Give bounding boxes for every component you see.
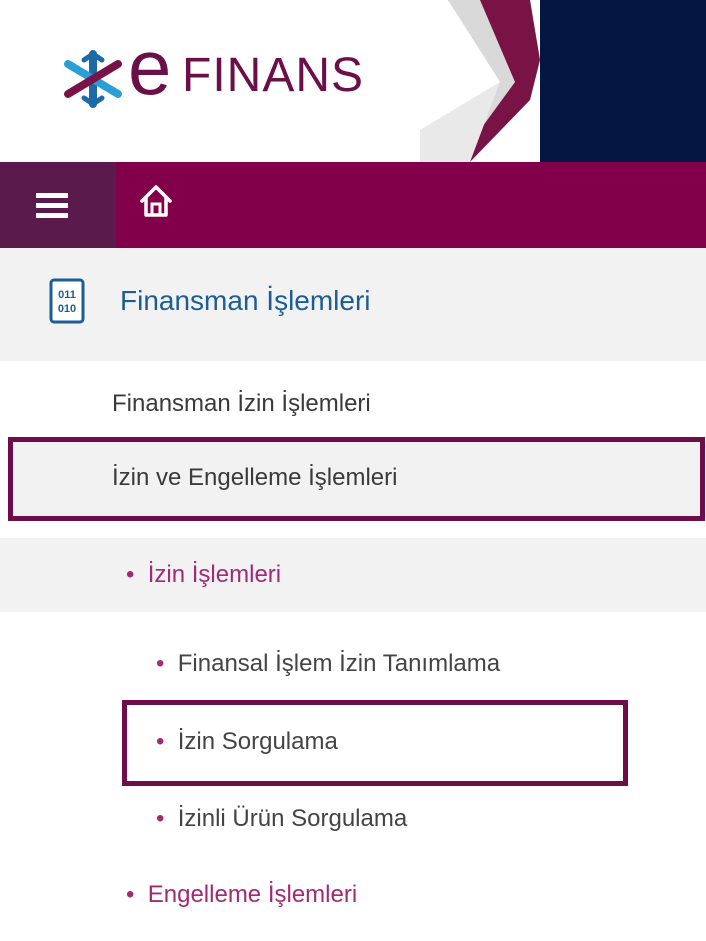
bullet-icon: • xyxy=(156,650,178,677)
hamburger-menu-button[interactable] xyxy=(0,162,116,248)
submenu-item-finansal-islem[interactable]: • Finansal İşlem İzin Tanımlama xyxy=(156,650,500,678)
menu-item-izin-engelleme[interactable]: İzin ve Engelleme İşlemleri xyxy=(112,464,397,492)
app-header: e FINANS xyxy=(0,0,706,162)
snowflake-asterisk-icon xyxy=(64,50,122,108)
submenu-item-engelleme[interactable]: • Engelleme İşlemleri xyxy=(126,881,357,909)
submenu-item-label: Finansal İşlem İzin Tanımlama xyxy=(177,650,501,677)
bullet-icon: • xyxy=(156,805,178,832)
brand-name-e: e xyxy=(128,23,172,111)
submenu-item-label: İzin Sorgulama xyxy=(177,728,338,755)
brand-name-rest: FINANS xyxy=(182,49,365,102)
hamburger-menu-icon xyxy=(36,193,68,198)
binary-code-icon: 011 010 xyxy=(49,278,85,324)
submenu-item-izin-sorgulama[interactable]: • İzin Sorgulama xyxy=(156,728,338,756)
menu-item-finansman-izin[interactable]: Finansman İzin İşlemleri xyxy=(112,390,371,418)
submenu-item-izin-islemleri[interactable]: • İzin İşlemleri xyxy=(126,561,281,589)
submenu-header-bg xyxy=(0,538,706,612)
svg-text:010: 010 xyxy=(58,303,76,315)
top-navbar xyxy=(0,162,706,248)
submenu-item-izinli-urun[interactable]: • İzinli Ürün Sorgulama xyxy=(156,805,407,833)
submenu-item-label: Engelleme İşlemleri xyxy=(147,881,358,908)
svg-text:011: 011 xyxy=(58,289,76,301)
bullet-icon: • xyxy=(126,881,148,908)
home-icon[interactable] xyxy=(136,181,176,221)
submenu-item-label: İzin İşlemleri xyxy=(147,561,282,588)
submenu-item-label: İzinli Ürün Sorgulama xyxy=(177,805,408,832)
bullet-icon: • xyxy=(126,561,148,588)
section-title[interactable]: Finansman İşlemleri xyxy=(120,285,371,317)
bullet-icon: • xyxy=(156,728,178,755)
